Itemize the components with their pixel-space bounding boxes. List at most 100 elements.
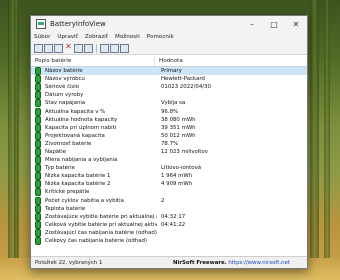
list-item[interactable]: Sériové číslo 01023 2022/04/30 [31,83,307,92]
battery-row-icon [35,164,41,173]
item-description: Názov batérie [45,68,83,75]
bamboo-stalk [310,0,319,280]
find-icon[interactable] [100,43,109,53]
battery-row-icon [35,123,41,132]
status-item-count: Položiek 22, vybraných 1 [35,259,103,266]
title-bar[interactable]: BatteryInfoView – □ ✕ [31,16,307,32]
battery-row-icon [35,237,41,246]
battery-row-icon [35,204,41,213]
list-item[interactable]: Aktuálna kapacita v % 96.8% [31,107,307,116]
column-header-description[interactable]: Popis batérie [31,56,155,66]
list-header: Popis batérie Hodnota [31,56,307,67]
list-item[interactable]: Celkový čas nabíjania batérie (odhad) [31,237,307,246]
item-description: Aktuálna kapacita v % [45,108,106,115]
item-value: 04:32:17 [161,213,186,220]
item-value: Lítiovo-iontová [161,165,202,172]
item-description: Aktuálna hodnota kapacity [45,116,118,123]
status-url-link[interactable]: https://www.nirsoft.net [228,260,289,266]
refresh-icon[interactable] [110,43,119,53]
status-brand: NirSoft Freeware. [173,259,227,266]
report-icon[interactable] [44,43,53,53]
properties-icon[interactable] [34,43,43,53]
menu-help[interactable]: Pomocník [147,34,174,40]
list-item[interactable]: Nízka kapacita batérie 2 4 909 mWh [31,180,307,189]
battery-row-icon [35,67,41,76]
item-description: Celková vybitie batérie pri aktuálnej ak… [45,221,157,228]
item-description: Životnosť batérie [45,140,92,147]
list-item[interactable]: Počet cyklov nabitia a vybitia 2 [31,196,307,205]
list-item[interactable]: Zostávajúce vybitie batérie pri aktuálne… [31,212,307,221]
list-item[interactable]: Stav napájania Vybíja sa [31,99,307,108]
app-window: BatteryInfoView – □ ✕ Súbor Upraviť Zobr… [30,15,308,269]
item-description: Zostávajúce vybitie batérie pri aktuálne… [45,213,157,220]
list-item[interactable]: Dátum výroby [31,91,307,100]
list-item[interactable]: Názov výrobcu Hewlett-Packard [31,75,307,84]
column-header-value[interactable]: Hodnota [155,56,307,66]
list-item[interactable]: Celková vybitie batérie pri aktuálnej ak… [31,220,307,229]
battery-row-icon [35,83,41,92]
item-description: Kritické prepätie [45,189,90,196]
list-item[interactable]: Nízka kapacita batérie 1 1 964 mWh [31,172,307,181]
list-item[interactable]: Kapacita pri úplnom nabití 39 351 mWh [31,123,307,132]
list-item[interactable]: Projektovaná kapacita 50 012 mWh [31,131,307,140]
battery-row-icon [35,75,41,84]
item-value: 12 023 milivoltov [161,148,208,155]
item-description: Teplota batérie [45,205,86,212]
status-bar: Položiek 22, vybraných 1 NirSoft Freewar… [31,256,307,268]
battery-row-icon [35,139,41,148]
item-description: Názov výrobcu [45,76,85,83]
item-description: Sériové číslo [45,84,80,91]
list-item[interactable]: Názov batérie Primary [31,67,307,76]
item-description: Počet cyklov nabitia a vybitia [45,197,124,204]
html-report-icon[interactable] [84,43,93,53]
close-button[interactable]: ✕ [285,16,307,32]
exit-icon[interactable] [120,43,129,53]
list-item[interactable]: Aktuálna hodnota kapacity 38 080 mWh [31,115,307,124]
list-item[interactable]: Typ batérie Lítiovo-iontová [31,164,307,173]
item-value: 39 351 mWh [161,124,196,131]
list-item[interactable]: Napätie 12 023 milivoltov [31,147,307,156]
window-title: BatteryInfoView [50,20,106,28]
menu-view[interactable]: Zobraziť [85,34,108,40]
menu-edit[interactable]: Upraviť [57,34,77,40]
item-description: Napätie [45,148,66,155]
status-credit: NirSoft Freeware. https://www.nirsoft.ne… [173,260,290,266]
list-item[interactable]: Miera nabíjania a vybíjania [31,156,307,165]
item-value: 50 012 mWh [161,132,196,139]
battery-row-icon [35,180,41,189]
battery-row-icon [35,91,41,100]
toolbar-separator [96,43,97,53]
maximize-button[interactable]: □ [263,16,285,32]
item-description: Stav napájania [45,100,86,107]
item-description: Nízka kapacita batérie 2 [45,181,111,188]
bamboo-stalk [14,0,19,280]
item-value: 38 080 mWh [161,116,196,123]
battery-app-icon [36,19,46,29]
copy-icon[interactable] [54,43,63,53]
item-description: Projektovaná kapacita [45,132,105,139]
item-value: Vybíja sa [161,100,186,107]
list-item[interactable]: Zostávajúci čas nabíjania batérie (odhad… [31,228,307,237]
delete-icon[interactable]: ✕ [64,42,73,53]
battery-row-icon [35,147,41,156]
battery-row-icon [35,107,41,116]
menu-bar: Súbor Upraviť Zobraziť Možnosti Pomocník [31,32,307,42]
item-value: 1 964 mWh [161,173,193,180]
save-icon[interactable] [74,43,83,53]
battery-row-icon [35,131,41,140]
list-item[interactable]: Kritické prepätie [31,188,307,197]
battery-row-icon [35,228,41,237]
battery-row-icon [35,172,41,181]
list-item[interactable]: Životnosť batérie 78.7% [31,139,307,148]
battery-info-list[interactable]: Popis batérie Hodnota Názov batérie Prima… [31,56,307,257]
item-value: Primary [161,68,182,75]
battery-row-icon [35,220,41,229]
item-value: 4 909 mWh [161,181,193,188]
menu-file[interactable]: Súbor [34,34,50,40]
minimize-button[interactable]: – [241,16,263,32]
item-description: Zostávajúci čas nabíjania batérie (odhad… [45,229,157,236]
item-value: 96.8% [161,108,179,115]
bamboo-stalk [324,0,330,280]
menu-options[interactable]: Možnosti [115,34,140,40]
list-item[interactable]: Teplota batérie [31,204,307,213]
